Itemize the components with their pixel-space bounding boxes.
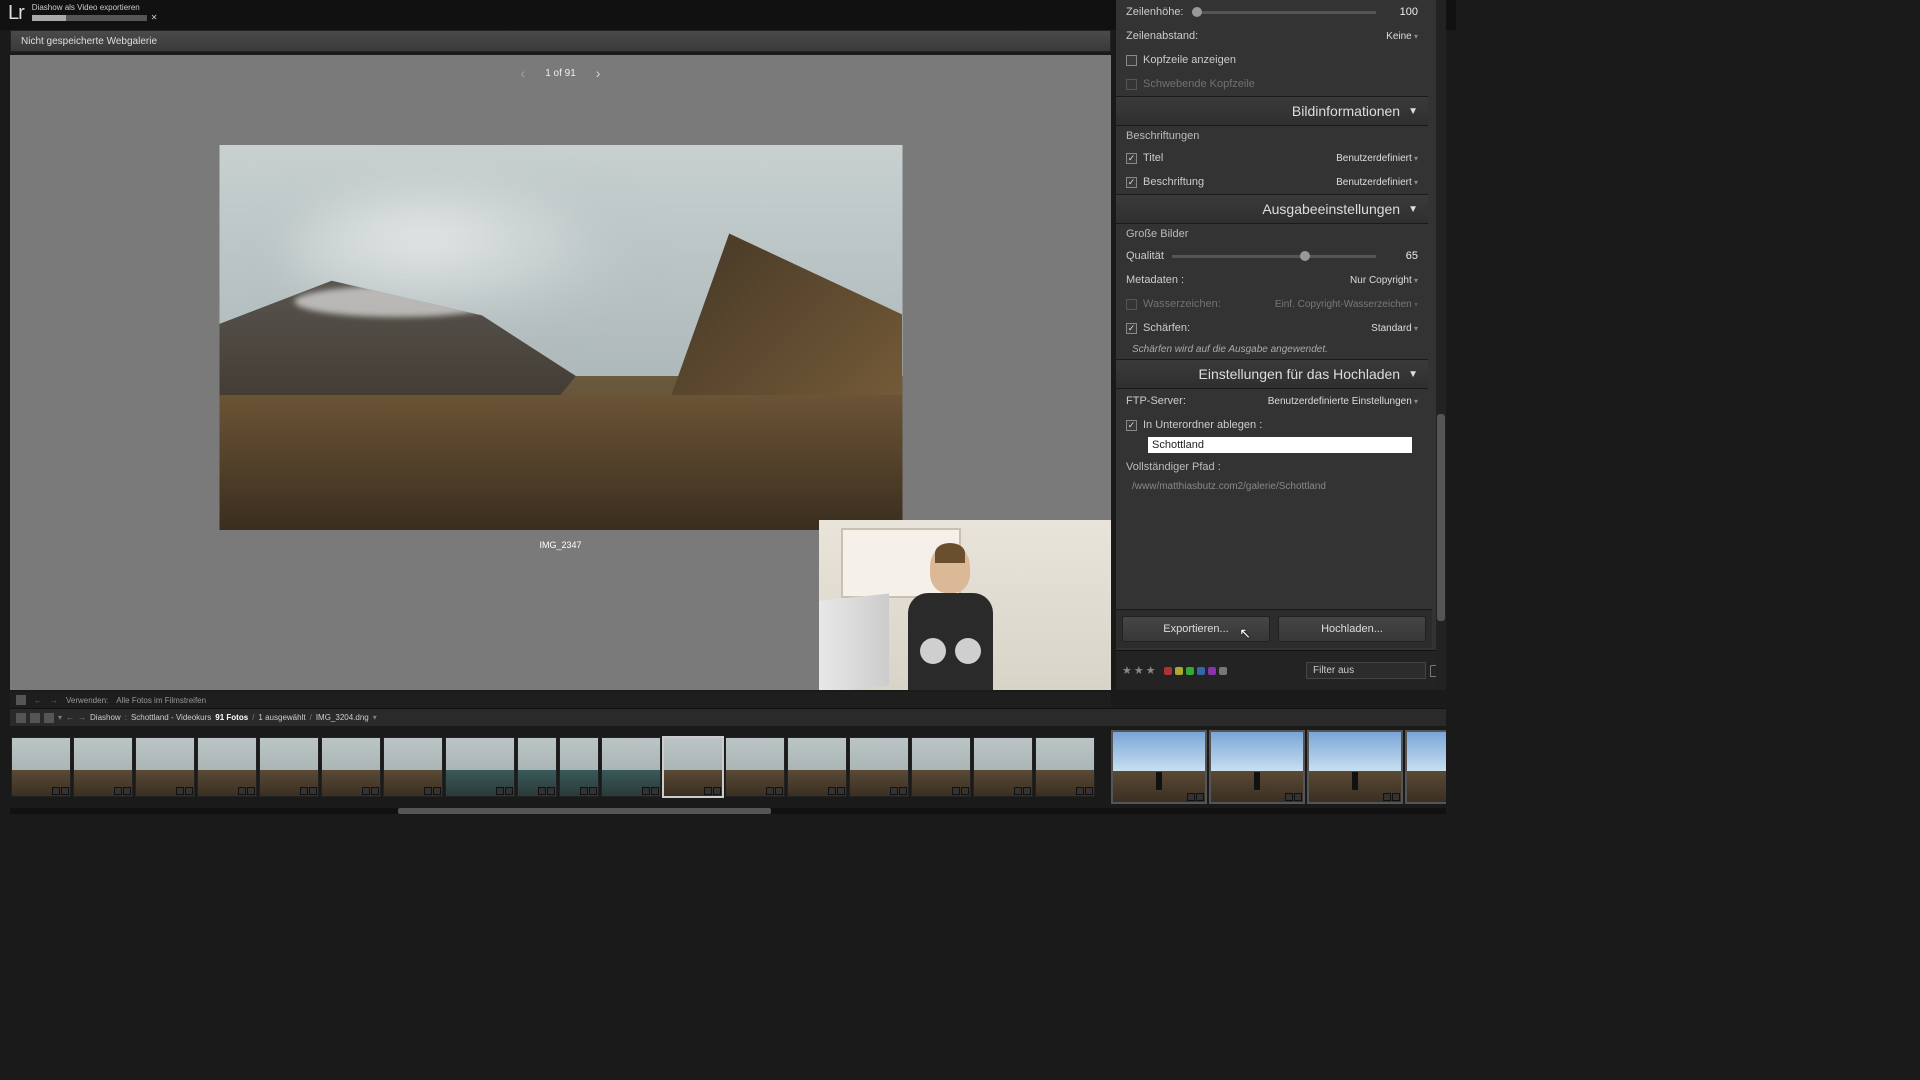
- wasserzeichen-label: Wasserzeichen:: [1143, 298, 1221, 310]
- grid-view-icon[interactable]: [44, 713, 54, 723]
- page-indicator: 1 of 91: [545, 68, 576, 79]
- beschriftung-checkbox[interactable]: [1126, 177, 1137, 188]
- gallery-title: Nicht gespeicherte Webgalerie: [21, 36, 157, 47]
- preview-image: [219, 145, 902, 530]
- close-icon[interactable]: ✕: [151, 13, 158, 22]
- nav-fwd-icon[interactable]: →: [78, 713, 86, 722]
- floating-header-checkbox: [1126, 79, 1137, 90]
- crumb-count: 91 Fotos: [215, 713, 248, 722]
- subfolder-input[interactable]: [1148, 437, 1412, 453]
- row-height-label: Zeilenhöhe:: [1126, 6, 1184, 18]
- ftp-label: FTP-Server:: [1126, 395, 1186, 407]
- titel-checkbox[interactable]: [1126, 153, 1137, 164]
- verwenden-label: Verwenden:: [66, 696, 108, 705]
- subfolder-label: In Unterordner ablegen :: [1143, 419, 1262, 431]
- color-filter[interactable]: [1164, 667, 1227, 675]
- floating-header-label: Schwebende Kopfzeile: [1143, 78, 1255, 90]
- grid-icon[interactable]: [16, 695, 26, 705]
- scharfen-checkbox[interactable]: [1126, 323, 1137, 334]
- subfolder-checkbox[interactable]: [1126, 420, 1137, 431]
- upload-button[interactable]: Hochladen...: [1278, 616, 1426, 642]
- preview-area: ‹ 1 of 91 › IMG_2347: [10, 55, 1111, 690]
- row-spacing-label: Zeilenabstand:: [1126, 30, 1198, 42]
- gallery-title-bar: Nicht gespeicherte Webgalerie: [10, 30, 1111, 52]
- beschriftung-label: Beschriftung: [1143, 176, 1204, 188]
- row-height-value: 100: [1384, 6, 1418, 18]
- crumb-filename: IMG_3204.dng: [316, 713, 369, 722]
- webcam-overlay: [819, 520, 1111, 690]
- crumb-module[interactable]: Diashow: [90, 713, 121, 722]
- fullpath-label: Vollständiger Pfad :: [1116, 457, 1428, 477]
- panel-header-ausgabe[interactable]: Ausgabeeinstellungen▼: [1116, 194, 1428, 224]
- thumbnail-large[interactable]: [1209, 730, 1305, 804]
- filter-bar: ★★★ Filter aus: [1116, 650, 1446, 690]
- row-height-slider[interactable]: [1192, 11, 1377, 14]
- nav-fwd-icon[interactable]: →: [50, 696, 58, 705]
- cursor-icon: ↖: [1239, 625, 1251, 642]
- crumb-selected: 1 ausgewählt: [258, 713, 305, 722]
- star-filter[interactable]: ★★★: [1122, 664, 1156, 677]
- wasserzeichen-checkbox[interactable]: [1126, 299, 1137, 310]
- source-label: Alle Fotos im Filmstreifen: [116, 696, 206, 705]
- thumbnail-large[interactable]: [1111, 730, 1207, 804]
- crumb-collection[interactable]: Schottland - Videokurs: [131, 713, 211, 722]
- qualitat-value: 65: [1384, 250, 1418, 262]
- export-button[interactable]: Exportieren... ↖: [1122, 616, 1270, 642]
- panel-header-bildinformationen[interactable]: Bildinformationen▼: [1116, 96, 1428, 126]
- row-spacing-dropdown[interactable]: Keine: [1386, 31, 1418, 42]
- show-header-label: Kopfzeile anzeigen: [1143, 54, 1236, 66]
- primary-display-icon[interactable]: [16, 713, 26, 723]
- prev-page-icon[interactable]: ‹: [521, 65, 526, 81]
- qualitat-label: Qualität: [1126, 250, 1164, 262]
- metadaten-dropdown[interactable]: Nur Copyright: [1350, 275, 1418, 286]
- scharfen-label: Schärfen:: [1143, 322, 1190, 334]
- source-bar: ← → Verwenden: Alle Fotos im Filmstreife…: [10, 692, 1111, 708]
- titel-label: Titel: [1143, 152, 1163, 164]
- scharfen-note: Schärfen wird auf die Ausgabe angewendet…: [1116, 340, 1428, 359]
- panel-scrollbar[interactable]: [1436, 0, 1446, 690]
- filter-dropdown[interactable]: Filter aus: [1306, 662, 1426, 679]
- fullpath-value: /www/matthiasbutz.com2/galerie/Schottlan…: [1116, 477, 1428, 496]
- nav-back-icon[interactable]: ←: [66, 713, 74, 722]
- grosse-bilder-label: Große Bilder: [1116, 224, 1428, 244]
- panel-header-hochladen[interactable]: Einstellungen für das Hochladen▼: [1116, 359, 1428, 389]
- scharfen-dropdown[interactable]: Standard: [1371, 323, 1418, 334]
- thumbnail-large[interactable]: [1307, 730, 1403, 804]
- qualitat-slider[interactable]: [1172, 255, 1376, 258]
- show-header-checkbox[interactable]: [1126, 55, 1137, 66]
- thumbnail-selected[interactable]: [663, 737, 723, 797]
- filmstrip[interactable]: [10, 728, 1446, 806]
- thumbnail-large[interactable]: [1405, 730, 1446, 804]
- app-logo: Lr: [0, 0, 32, 27]
- wasserzeichen-dropdown: Einf. Copyright-Wasserzeichen: [1275, 299, 1418, 310]
- metadaten-label: Metadaten :: [1126, 274, 1184, 286]
- export-progress-bar: [32, 15, 147, 21]
- filmstrip-scrollbar[interactable]: [10, 808, 1446, 814]
- export-status-label: Diashow als Video exportieren: [32, 2, 158, 12]
- beschriftungen-label: Beschriftungen: [1116, 126, 1428, 146]
- ftp-dropdown[interactable]: Benutzerdefinierte Einstellungen: [1268, 396, 1418, 407]
- settings-panel: Zeilenhöhe: 100 Zeilenabstand: Keine Kop…: [1116, 0, 1446, 690]
- next-page-icon[interactable]: ›: [596, 65, 601, 81]
- beschriftung-dropdown[interactable]: Benutzerdefiniert: [1336, 177, 1418, 188]
- titel-dropdown[interactable]: Benutzerdefiniert: [1336, 153, 1418, 164]
- nav-back-icon[interactable]: ←: [34, 696, 42, 705]
- secondary-display-icon[interactable]: [30, 713, 40, 723]
- breadcrumb: ▾ ← → Diashow: Schottland - Videokurs 91…: [10, 708, 1446, 726]
